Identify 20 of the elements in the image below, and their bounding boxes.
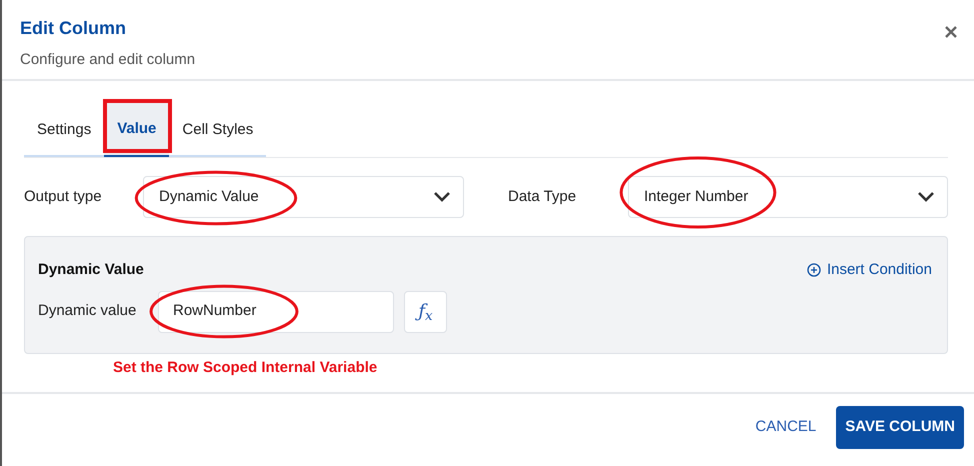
- tab[interactable]: Cell Styles: [169, 103, 266, 157]
- field-label: Data Type: [508, 186, 578, 207]
- tab[interactable]: Settings: [24, 103, 104, 157]
- dialog-subtitle: Configure and edit column: [20, 50, 196, 70]
- chevron-down-icon: [917, 191, 935, 203]
- chevron-down-icon: [433, 191, 451, 203]
- field-label: Output type: [24, 186, 103, 207]
- close-icon[interactable]: [944, 25, 958, 39]
- formula-button[interactable]: ƒ$_{x}$: [404, 290, 447, 332]
- field-label: Dynamic value: [38, 301, 138, 322]
- annotation-text: Set the Row Scoped Internal Variable: [113, 359, 378, 376]
- dialog-title: Edit Column: [20, 17, 127, 40]
- cancel-button[interactable]: CANCEL: [753, 406, 818, 449]
- plus-circle-icon: [806, 263, 821, 278]
- dropdown-field[interactable]: Dynamic Value: [143, 176, 464, 218]
- dropdown-field[interactable]: Integer Number: [628, 176, 948, 218]
- text-field[interactable]: RowNumber: [158, 290, 394, 332]
- insert-condition-link[interactable]: Insert Condition: [806, 259, 932, 282]
- panel-title: Dynamic Value: [38, 260, 144, 280]
- save-button[interactable]: SAVE COLUMN: [836, 406, 964, 449]
